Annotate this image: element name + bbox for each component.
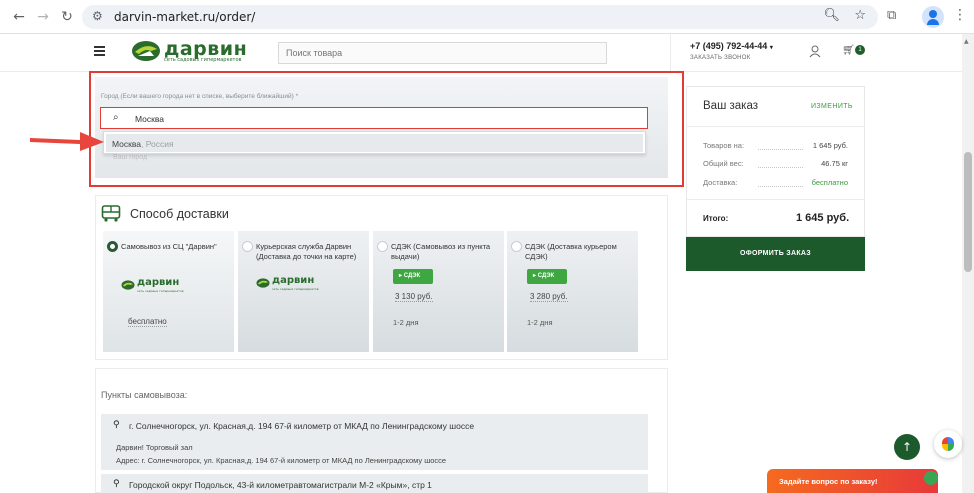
delivery-option-title: Самовывоз из СЦ "Дарвин"	[121, 242, 217, 251]
scroll-to-top-button[interactable]: ↑	[894, 434, 920, 460]
highlight-frame	[89, 71, 684, 187]
profile-icon[interactable]	[922, 6, 944, 28]
cart-icon[interactable]: 🛒︎	[842, 45, 855, 56]
delivery-option-sdek-courier[interactable]: СДЭК (Доставка курьером СДЭК) ▸ СДЭК 3 2…	[507, 231, 638, 352]
order-divider	[686, 199, 865, 200]
delivery-radio[interactable]	[511, 241, 522, 252]
logo-subtitle: сеть садовых гипермаркетов	[164, 57, 242, 63]
order-row-label: Общий вес:	[703, 159, 744, 168]
order-row-label: Доставка:	[703, 178, 738, 187]
bookmark-star-icon[interactable]: ☆	[854, 8, 866, 23]
site-settings-icon[interactable]: ⚙	[92, 9, 103, 23]
location-pin-icon: ⚲	[113, 420, 120, 430]
city-suggestion-item[interactable]: Москва, Россия	[106, 134, 643, 152]
darvin-logo-text: дарвин	[272, 275, 315, 286]
suggestion-country: , Россия	[141, 139, 174, 149]
delivery-option-courier-darvin[interactable]: Курьерская служба Дарвин (Доставка до то…	[238, 231, 369, 352]
menu-icon[interactable]: ⋮	[953, 7, 967, 23]
sdek-badge: ▸ СДЭК	[393, 269, 433, 284]
city-label: Город (Если вашего города нет в списке, …	[101, 93, 299, 100]
order-change-link[interactable]: ИЗМЕНИТЬ	[811, 103, 853, 110]
forward-icon[interactable]: →	[34, 8, 52, 26]
order-total-value: 1 645 руб.	[796, 212, 850, 224]
chat-widget[interactable]: Задайте вопрос по заказу!	[767, 469, 938, 493]
product-search[interactable]	[278, 42, 607, 64]
pickup-full-address: Адрес: г. Солнечногорск, ул. Красная,д. …	[116, 456, 447, 465]
order-title: Ваш заказ	[703, 100, 758, 112]
darvin-logo-text: дарвин	[137, 277, 180, 288]
back-icon[interactable]: ←	[10, 8, 28, 26]
search-icon: ⌕	[113, 112, 119, 123]
order-row-value: 46.75 кг	[821, 159, 848, 168]
delivery-option-pickup-darvin[interactable]: Самовывоз из СЦ "Дарвин" дарвин сеть сад…	[103, 231, 234, 352]
order-row-dots	[758, 186, 803, 187]
order-row-value: 1 645 руб.	[812, 141, 848, 150]
darvin-logo-subtitle: сеть садовых гипермаркетов	[137, 289, 184, 293]
scroll-up-icon[interactable]: ▲	[964, 38, 969, 45]
address-bar[interactable]: ⚙ darvin-market.ru/order/ 🔍︎ ☆	[82, 5, 878, 29]
darvin-logo: дарвин сеть садовых гипермаркетов	[256, 275, 319, 293]
extensions-icon[interactable]: ⧉	[887, 8, 896, 23]
checkout-button[interactable]: ОФОРМИТЬ ЗАКАЗ	[686, 237, 865, 271]
delivery-price: 3 130 руб.	[395, 292, 433, 302]
order-row-value: бесплатно	[811, 178, 848, 187]
delivery-title: Способ доставки	[130, 207, 229, 221]
logo-mark-icon[interactable]	[131, 40, 161, 62]
cart-count-badge[interactable]: 1	[855, 45, 865, 55]
assistant-bubble-icon[interactable]	[934, 430, 962, 458]
header-divider	[670, 34, 671, 72]
order-row-dots	[758, 167, 803, 168]
order-row-label: Товаров на:	[703, 141, 745, 150]
order-row-dots	[758, 149, 803, 150]
zoom-icon[interactable]: 🔍︎	[823, 8, 840, 23]
city-suggestions: Москва, Россия	[103, 131, 646, 154]
sdek-badge: ▸ СДЭК	[527, 269, 567, 284]
pickup-name: Дарвин! Торговый зал	[116, 443, 193, 452]
delivery-term: 1-2 дня	[527, 318, 553, 327]
scrollbar-thumb[interactable]	[964, 152, 972, 272]
order-total-label: Итого:	[703, 214, 729, 223]
reload-icon[interactable]: ↻	[58, 8, 76, 26]
delivery-price: 3 280 руб.	[530, 292, 568, 302]
city-input-value[interactable]: Москва	[135, 114, 164, 124]
browser-toolbar: ← → ↻ ⚙ darvin-market.ru/order/ 🔍︎ ☆ ⧉ ⋮	[0, 0, 974, 34]
chat-status-icon	[924, 471, 938, 485]
site-header: дарвин сеть садовых гипермаркетов +7 (49…	[0, 34, 974, 72]
pickup-point[interactable]: ⚲ Городской округ Подольск, 43-й километ…	[101, 474, 648, 493]
phone-dropdown-icon[interactable]: ▾	[770, 45, 773, 51]
delivery-option-title: СДЭК (Самовывоз из пункта выдачи)	[391, 242, 491, 261]
delivery-option-title: СДЭК (Доставка курьером СДЭК)	[525, 242, 617, 261]
location-pin-icon: ⚲	[113, 479, 120, 489]
callback-link[interactable]: ЗАКАЗАТЬ ЗВОНОК	[690, 55, 751, 61]
product-search-input[interactable]	[279, 43, 606, 63]
darvin-logo: дарвин сеть садовых гипермаркетов	[121, 277, 184, 295]
delivery-radio[interactable]	[107, 241, 118, 252]
delivery-option-sdek-pickup[interactable]: СДЭК (Самовывоз из пункта выдачи) ▸ СДЭК…	[373, 231, 504, 352]
pickup-address: Городской округ Подольск, 43-й километра…	[129, 480, 432, 490]
delivery-radio[interactable]	[377, 241, 388, 252]
burger-menu-icon[interactable]	[94, 46, 105, 56]
delivery-price: бесплатно	[128, 317, 167, 327]
url-text[interactable]: darvin-market.ru/order/	[114, 10, 255, 24]
phone-number[interactable]: +7 (495) 792-44-44 ▾	[690, 41, 773, 51]
pickup-title: Пункты самовывоза:	[101, 390, 188, 400]
bus-icon	[101, 205, 121, 222]
darvin-logo-subtitle: сеть садовых гипермаркетов	[272, 287, 319, 291]
pickup-address: г. Солнечногорск, ул. Красная,д. 194 67-…	[129, 421, 475, 431]
pickup-point[interactable]: ⚲ г. Солнечногорск, ул. Красная,д. 194 6…	[101, 414, 648, 470]
delivery-term: 1-2 дня	[393, 318, 419, 327]
suggestion-city: Москва	[112, 139, 142, 149]
user-icon[interactable]	[809, 45, 821, 58]
city-input[interactable]: ⌕ Москва	[100, 107, 648, 129]
delivery-option-title: Курьерская служба Дарвин (Доставка до то…	[256, 242, 357, 261]
delivery-radio[interactable]	[242, 241, 253, 252]
city-hint: Ваш город	[113, 154, 148, 161]
pointer-arrow-icon	[30, 132, 104, 151]
order-divider	[686, 126, 865, 127]
